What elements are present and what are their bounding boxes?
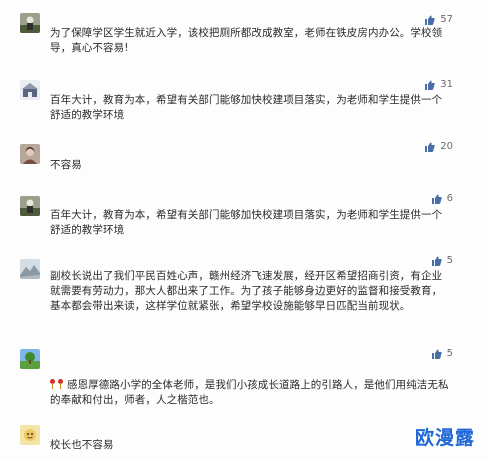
thumbs-up-icon bbox=[431, 349, 442, 359]
like-count: 20 bbox=[440, 141, 453, 152]
like-count: 5 bbox=[446, 348, 453, 359]
landscape-avatar-icon[interactable] bbox=[20, 13, 40, 33]
comment-text: 百年大计，教育为本，希望有关部门能够加快校建项目落实，为老师和学生提供一个舒适的… bbox=[50, 94, 443, 121]
red-pin-icon bbox=[50, 379, 63, 389]
like-button[interactable]: 31 bbox=[425, 79, 453, 90]
like-count: 31 bbox=[440, 79, 453, 90]
comment-text: 校长也不容易 bbox=[50, 439, 114, 451]
like-button[interactable]: 5 bbox=[431, 348, 453, 359]
portrait-avatar-icon[interactable] bbox=[20, 144, 40, 164]
thumbs-up-icon bbox=[431, 256, 442, 266]
like-count: 5 bbox=[446, 255, 453, 266]
mountain-avatar-icon[interactable] bbox=[20, 259, 40, 279]
tree-avatar-icon[interactable] bbox=[20, 349, 40, 369]
comment-text: 不容易 bbox=[50, 159, 82, 171]
like-button[interactable]: 5 bbox=[431, 255, 453, 266]
thumbs-up-icon bbox=[425, 80, 436, 90]
building-avatar-icon[interactable] bbox=[20, 80, 40, 100]
landscape-avatar-icon[interactable] bbox=[20, 196, 40, 216]
comment-text: 为了保障学区学生就近入学，该校把厕所都改成教室，老师在铁皮房内办公。学校领导，真… bbox=[50, 27, 443, 54]
like-button[interactable]: 57 bbox=[425, 14, 453, 25]
thumbs-up-icon bbox=[425, 142, 436, 152]
comment-text-body: 感恩厚德路小学的全体老师，是我们小孩成长道路上的引路人，是他们用纯洁无私的奉献和… bbox=[50, 379, 449, 406]
like-count: 57 bbox=[440, 14, 453, 25]
like-button[interactable]: 6 bbox=[431, 193, 453, 204]
comment-text: 感恩厚德路小学的全体老师，是我们小孩成长道路上的引路人，是他们用纯洁无私的奉献和… bbox=[50, 378, 450, 408]
cartoon-avatar-icon[interactable] bbox=[20, 425, 40, 445]
comment-text: 副校长说出了我们平民百姓心声，赣州经济飞速发展，经开区希望招商引资，有企业就需要… bbox=[50, 270, 443, 312]
comment-text: 百年大计，教育为本，希望有关部门能够加快校建项目落实，为老师和学生提供一个舒适的… bbox=[50, 209, 443, 236]
thumbs-up-icon bbox=[425, 15, 436, 25]
thumbs-up-icon bbox=[431, 194, 442, 204]
like-button[interactable]: 20 bbox=[425, 141, 453, 152]
watermark: 欧漫露 bbox=[414, 427, 475, 449]
like-count: 6 bbox=[446, 193, 453, 204]
